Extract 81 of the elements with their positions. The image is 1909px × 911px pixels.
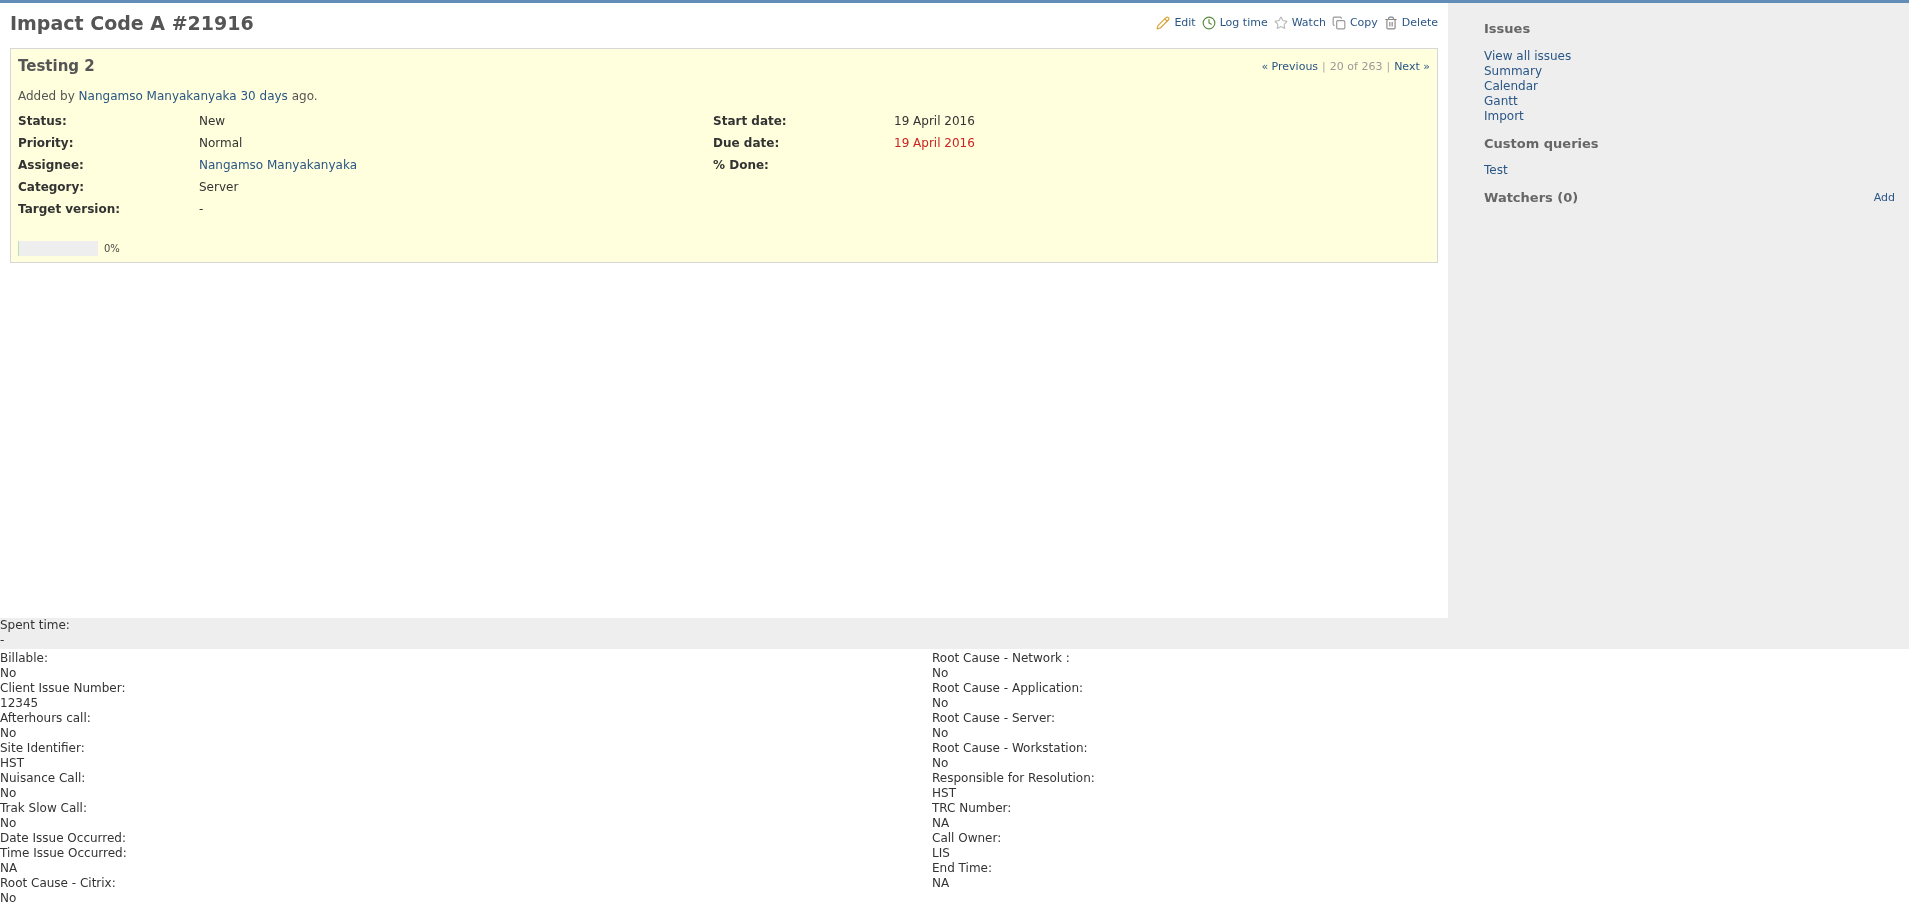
sidebar-link[interactable]: View all issues (1484, 48, 1895, 64)
attribute-label: Status: (18, 113, 68, 130)
pager-separator: | (1386, 59, 1391, 75)
action-link[interactable]: Watch (1273, 14, 1326, 32)
field-label: Afterhours call: (0, 711, 92, 726)
attribute-label: Assignee: (18, 157, 85, 174)
field-label: TRC Number: (932, 801, 1013, 816)
pencil-icon (1156, 16, 1171, 30)
action-link[interactable]: Log time (1201, 14, 1268, 32)
sidebar-link[interactable]: Gantt (1484, 93, 1895, 109)
field-value: LIS (932, 846, 951, 861)
pager-position: 20 of 263 (1329, 59, 1383, 75)
star-icon (1273, 16, 1288, 30)
copy-icon (1331, 16, 1346, 30)
field-value: No (932, 666, 950, 681)
action-link[interactable]: Copy (1331, 14, 1378, 32)
field-value: No (932, 726, 950, 741)
author-link[interactable]: Nangamso Manyakanyaka (78, 88, 237, 103)
field-label: Root Cause - Workstation: (932, 741, 1089, 756)
field-value: HST (0, 756, 25, 771)
assignee-link[interactable]: Nangamso Manyakanyaka (199, 156, 357, 174)
field-label: Site Identifier: (0, 741, 86, 756)
attribute-label: % Done: (713, 157, 770, 174)
field-label: Root Cause - Network : (932, 651, 1071, 666)
field-value: No (932, 756, 950, 771)
action-link[interactable]: Delete (1383, 14, 1438, 32)
sidebar-heading: Watchers (0) (1484, 189, 1579, 207)
field-label: Root Cause - Application: (932, 681, 1085, 696)
field-value: NA (932, 816, 951, 831)
field-value: NA (0, 861, 19, 876)
field-label: Time Issue Occurred: (0, 846, 128, 861)
sidebar-heading: Custom queries (1484, 134, 1599, 153)
field-label: Root Cause - Citrix: (0, 876, 117, 891)
field-label: Responsible for Resolution: (932, 771, 1095, 786)
attribute-value: Server (199, 179, 239, 196)
attribute-value: 19 April 2016 (894, 135, 975, 152)
sidebar-link[interactable]: Test (1484, 163, 1895, 178)
next-link[interactable]: Next » (1394, 59, 1430, 76)
attribute-label: Due date: (713, 135, 781, 152)
field-value: No (0, 816, 18, 831)
field-label: Client Issue Number: (0, 681, 127, 696)
attribute-label: Category: (18, 179, 86, 196)
attribute-value: 19 April 2016 (894, 113, 975, 130)
attribute-label: Target version: (18, 201, 122, 218)
pager-separator: | (1322, 59, 1326, 75)
field-label: Date Issue Occurred: (0, 831, 128, 846)
author-line: Added by Nangamso Manyakanyaka 30 days ago. (18, 87, 319, 105)
field-value: NA (932, 876, 951, 891)
trash-icon (1383, 16, 1398, 30)
add-link[interactable]: Add (1873, 189, 1895, 206)
field-value: No (932, 696, 950, 711)
field-label: Nuisance Call: (0, 771, 87, 786)
field-label: Trak Slow Call: (0, 801, 88, 816)
field-label: End Time: (932, 861, 994, 876)
attribute-label: Start date: (713, 113, 788, 130)
attribute-value: New (199, 113, 226, 130)
field-value: No (0, 726, 18, 741)
field-value: HST (932, 786, 957, 801)
field-value: No (0, 666, 18, 681)
sidebar-link[interactable]: Summary (1484, 63, 1895, 79)
attribute-value: - (199, 201, 204, 218)
sidebar-link[interactable]: Import (1484, 108, 1895, 124)
action-link[interactable]: Edit (1156, 14, 1196, 32)
attribute-value: Normal (199, 135, 243, 152)
sidebar-heading: Issues (1484, 20, 1531, 38)
field-value: No (0, 786, 18, 801)
attribute-label: Priority: (18, 135, 75, 152)
age-link[interactable]: 30 days (240, 88, 288, 103)
sidebar-link[interactable]: Calendar (1484, 78, 1895, 94)
issue-title: Impact Code A #21916 (10, 10, 254, 36)
field-value: 12345 (0, 696, 40, 711)
clock-icon (1201, 16, 1216, 30)
field-label: Spent time: (0, 618, 71, 633)
issue-subject: Testing 2 (18, 56, 95, 77)
field-label: Root Cause - Server: (932, 711, 1057, 726)
field-label: Billable: (0, 651, 49, 666)
field-value: No (0, 891, 18, 906)
previous-link[interactable]: « Previous (1261, 59, 1319, 76)
progress-reading: 0% (104, 241, 120, 256)
field-label: Call Owner: (932, 831, 1003, 846)
field-value: - (0, 633, 6, 648)
